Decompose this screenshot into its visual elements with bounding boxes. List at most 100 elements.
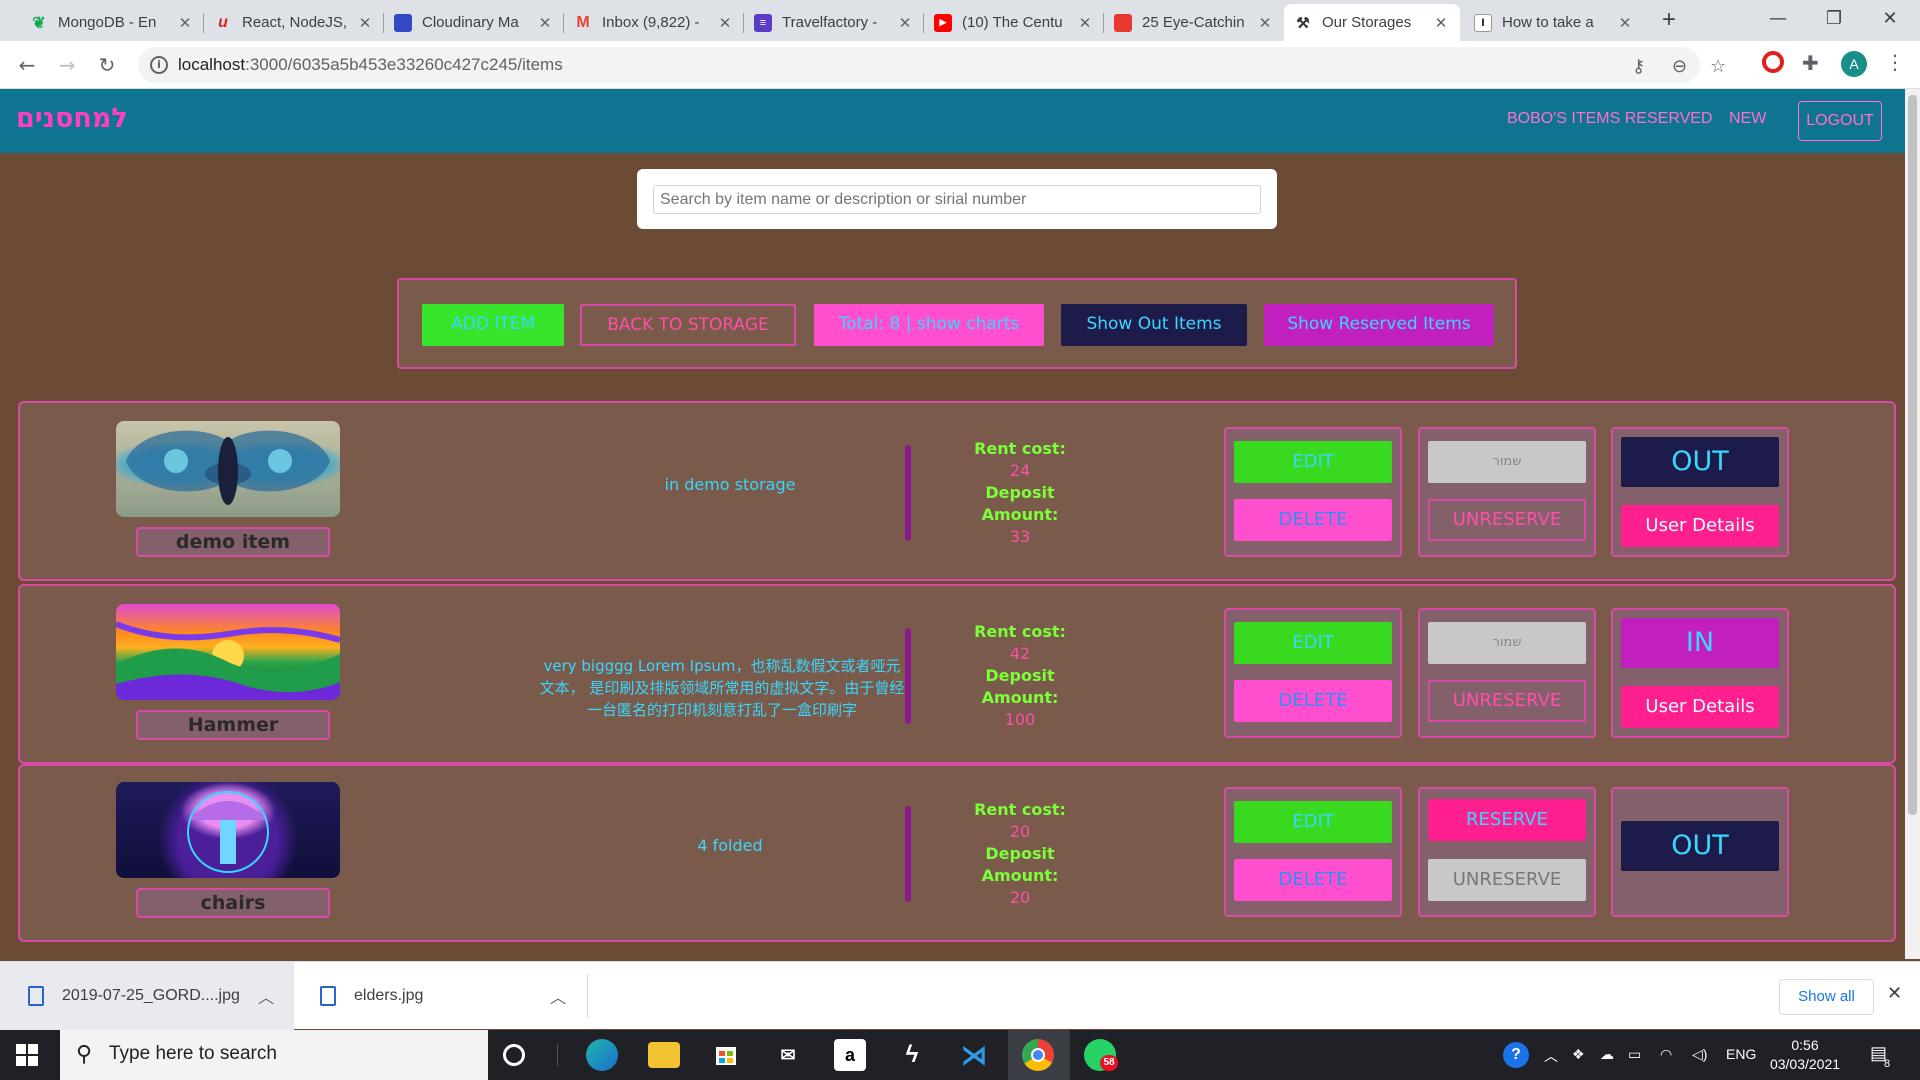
amazon-icon[interactable]: a (834, 1039, 866, 1071)
close-tab-icon[interactable]: ✕ (176, 14, 194, 32)
close-tab-icon[interactable]: ✕ (1616, 14, 1634, 32)
cortana-icon[interactable] (503, 1044, 525, 1066)
brand-logo[interactable]: למחסנים (16, 103, 128, 134)
language-indicator[interactable]: ENG (1726, 1046, 1756, 1062)
reserve-button[interactable]: RESERVE (1428, 799, 1586, 841)
browser-tab[interactable]: Cloudinary Ma ✕ (384, 4, 564, 41)
zoom-icon[interactable]: ⊖ (1672, 56, 1687, 77)
browser-tab[interactable]: I How to take a ✕ (1464, 4, 1644, 41)
show-charts-button[interactable]: Total: 8 | show charts (814, 304, 1044, 346)
back-to-storage-button[interactable]: BACK TO STORAGE (580, 304, 796, 346)
system-clock[interactable]: 0:56 03/03/2021 (1768, 1036, 1842, 1074)
new-tab-button[interactable]: + (1655, 6, 1683, 34)
in-button[interactable]: IN (1621, 618, 1779, 668)
menu-icon[interactable]: ⋮ (1885, 50, 1905, 74)
nav-reserved-link[interactable]: BOBO'S ITEMS RESERVED (1507, 110, 1712, 128)
minimize-button[interactable]: — (1750, 0, 1806, 41)
nav-new-link[interactable]: NEW (1729, 110, 1766, 128)
star-icon[interactable]: ☆ (1710, 56, 1726, 77)
lightning-icon[interactable]: ϟ (896, 1039, 928, 1071)
download-item[interactable]: 2019-07-25_GORD....jpg ︿ (0, 962, 294, 1030)
browser-toolbar: ← → ↻ i localhost:3000/6035a5b453e33260c… (0, 41, 1920, 89)
browser-tab[interactable]: ▶ (10) The Centu ✕ (924, 4, 1104, 41)
unreserve-button[interactable]: UNRESERVE (1428, 680, 1586, 722)
close-tab-icon[interactable]: ✕ (716, 14, 734, 32)
wifi-icon[interactable]: ◠ (1660, 1046, 1672, 1063)
whatsapp-badge: 58 (1100, 1055, 1118, 1071)
delete-button[interactable]: DELETE (1234, 499, 1392, 541)
out-button[interactable]: OUT (1621, 821, 1779, 871)
close-tab-icon[interactable]: ✕ (356, 14, 374, 32)
close-window-button[interactable]: ✕ (1862, 0, 1918, 41)
close-tab-icon[interactable]: ✕ (1256, 14, 1274, 32)
browser-tab[interactable]: M Inbox (9,822) - ✕ (564, 4, 744, 41)
browser-tab[interactable]: ❦ MongoDB - En ✕ (20, 4, 204, 41)
file-explorer-icon[interactable] (648, 1042, 680, 1068)
moth-artwork (126, 430, 330, 505)
extensions-icon[interactable]: ✚ (1802, 51, 1819, 75)
browser-tab[interactable]: 25 Eye-Catchin ✕ (1104, 4, 1284, 41)
gmail-icon: M (576, 13, 590, 31)
show-reserved-items-button[interactable]: Show Reserved Items (1264, 304, 1494, 346)
show-all-button[interactable]: Show all (1779, 979, 1874, 1015)
edit-button[interactable]: EDIT (1234, 622, 1392, 664)
search-input[interactable] (653, 185, 1261, 214)
battery-icon[interactable]: ▭ (1628, 1046, 1641, 1063)
close-tab-icon[interactable]: ✕ (536, 14, 554, 32)
tools-icon: ⚒ (1296, 14, 1310, 32)
keep-button[interactable]: שמור (1428, 622, 1586, 664)
whatsapp-icon[interactable]: 58 (1084, 1039, 1118, 1071)
delete-button[interactable]: DELETE (1234, 859, 1392, 901)
store-icon[interactable] (710, 1039, 742, 1071)
url-text[interactable]: localhost:3000/6035a5b453e33260c427c245/… (178, 55, 563, 75)
unreserve-button[interactable]: UNRESERVE (1428, 859, 1586, 901)
close-tab-icon[interactable]: ✕ (896, 14, 914, 32)
edge-icon[interactable] (586, 1039, 618, 1071)
site-info-icon[interactable]: i (150, 56, 168, 74)
maximize-button[interactable]: ❐ (1806, 0, 1862, 41)
reload-icon[interactable]: ↻ (93, 51, 121, 79)
chevron-up-icon[interactable]: ︿ (258, 984, 274, 1008)
unreserve-button[interactable]: UNRESERVE (1428, 499, 1586, 541)
user-details-button[interactable]: User Details (1621, 505, 1779, 547)
browser-tab-active[interactable]: ⚒ Our Storages ✕ (1284, 4, 1460, 41)
edit-button[interactable]: EDIT (1234, 801, 1392, 843)
onedrive-icon[interactable]: ☁ (1600, 1046, 1614, 1063)
page-scrollbar[interactable] (1905, 89, 1920, 959)
taskbar-search[interactable]: ⚲ Type here to search (60, 1030, 488, 1080)
help-icon[interactable]: ? (1503, 1042, 1529, 1068)
address-bar[interactable]: i localhost:3000/6035a5b453e33260c427c24… (138, 47, 1726, 83)
mail-icon[interactable]: ✉ (772, 1039, 804, 1071)
key-icon[interactable]: ⚷ (1632, 56, 1645, 77)
opera-icon[interactable] (1762, 51, 1784, 73)
chrome-icon[interactable] (1022, 1039, 1054, 1071)
browser-tab[interactable]: ≡ Travelfactory - ✕ (744, 4, 924, 41)
logout-button[interactable]: LOGOUT (1798, 101, 1882, 141)
divider (557, 1044, 558, 1066)
image-file-icon (28, 986, 44, 1006)
close-tab-icon[interactable]: ✕ (1076, 14, 1094, 32)
close-tab-icon[interactable]: ✕ (1432, 14, 1450, 32)
item-name: Hammer (136, 710, 330, 740)
deposit-label: Deposit (985, 844, 1055, 863)
show-hidden-icons-icon[interactable]: ︿ (1544, 1046, 1558, 1066)
keep-button[interactable]: שמור (1428, 441, 1586, 483)
dropbox-icon[interactable]: ❖ (1572, 1046, 1585, 1063)
edit-button[interactable]: EDIT (1234, 441, 1392, 483)
out-button[interactable]: OUT (1621, 437, 1779, 487)
browser-tab[interactable]: u React, NodeJS, ✕ (204, 4, 384, 41)
profile-avatar[interactable]: A (1841, 51, 1867, 77)
delete-button[interactable]: DELETE (1234, 680, 1392, 722)
user-details-button[interactable]: User Details (1621, 686, 1779, 728)
show-out-items-button[interactable]: Show Out Items (1061, 304, 1247, 346)
volume-icon[interactable]: ◁) (1692, 1046, 1707, 1063)
back-arrow-icon[interactable]: ← (13, 51, 41, 79)
windows-start-icon[interactable] (16, 1044, 38, 1066)
forward-arrow-icon[interactable]: → (53, 51, 81, 79)
chevron-up-icon[interactable]: ︿ (550, 984, 566, 1008)
close-download-bar-icon[interactable]: ✕ (1887, 983, 1902, 1004)
download-item[interactable]: elders.jpg ︿ (300, 962, 586, 1030)
vscode-icon[interactable]: ⋊ (958, 1039, 990, 1071)
scrollbar-thumb[interactable] (1908, 95, 1917, 815)
add-item-button[interactable]: ADD ITEM (422, 304, 564, 346)
